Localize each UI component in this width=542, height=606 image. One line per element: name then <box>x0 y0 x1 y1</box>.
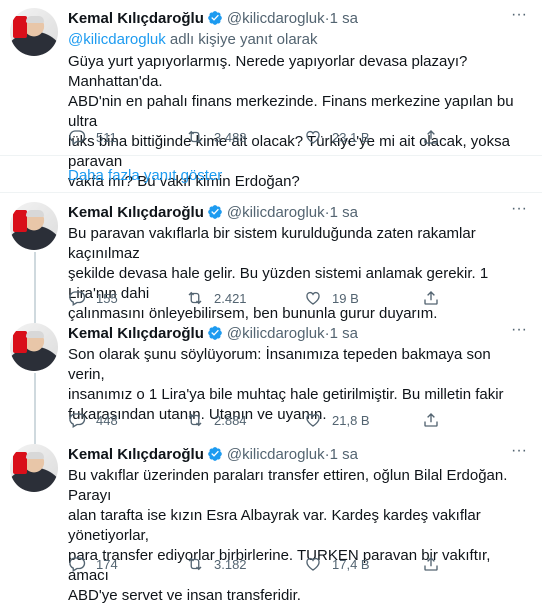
reply-mention-link[interactable]: @kilicdarogluk <box>68 31 166 48</box>
author-name[interactable]: Kemal Kılıçdaroğlu <box>68 325 204 342</box>
reply-count: 155 <box>96 290 118 306</box>
retweet-button[interactable]: 3.182 <box>186 555 304 573</box>
avatar[interactable] <box>10 444 58 492</box>
retweet-icon <box>188 557 202 571</box>
verified-badge-icon <box>208 326 222 340</box>
author-handle[interactable]: @kilicdarogluk <box>227 10 325 27</box>
retweet-icon <box>188 291 202 305</box>
like-button[interactable]: 19 B <box>304 289 422 307</box>
share-icon <box>424 413 438 427</box>
like-count: 19 B <box>332 290 359 306</box>
author-handle[interactable]: @kilicdarogluk <box>227 325 325 342</box>
reply-count: 511 <box>96 129 117 145</box>
like-count: 23,1 B <box>332 129 370 145</box>
reply-icon <box>69 557 86 572</box>
share-icon <box>424 130 438 144</box>
reply-button[interactable]: 511 <box>68 128 186 146</box>
reply-icon <box>69 291 86 306</box>
tweet[interactable]: ··· Kemal Kılıçdaroğlu @kilicdarogluk · … <box>0 0 542 190</box>
like-count: 17,4 B <box>332 556 370 572</box>
reply-icon <box>69 130 86 145</box>
share-icon <box>424 557 438 571</box>
heart-icon <box>306 130 320 144</box>
retweet-icon <box>188 413 202 427</box>
retweet-button[interactable]: 2.884 <box>186 411 304 429</box>
tweet-text: Bu paravan vakıflarla bir sistem kuruldu… <box>68 225 489 322</box>
retweet-count: 2.421 <box>214 290 247 306</box>
reply-button[interactable]: 174 <box>68 555 186 573</box>
reply-button[interactable]: 448 <box>68 411 186 429</box>
retweet-count: 2.884 <box>214 412 247 428</box>
reply-count: 174 <box>96 556 118 572</box>
flag-icon <box>13 210 27 232</box>
avatar[interactable] <box>10 323 58 371</box>
tweet[interactable]: ··· Kemal Kılıçdaroğlu @kilicdarogluk · … <box>0 313 542 434</box>
retweet-button[interactable]: 3.488 <box>186 128 304 146</box>
like-button[interactable]: 21,8 B <box>304 411 422 429</box>
share-button[interactable] <box>422 128 452 146</box>
retweet-button[interactable]: 2.421 <box>186 289 304 307</box>
thread-line <box>34 252 36 313</box>
avatar-figure <box>26 16 44 23</box>
tweet-text: Bu vakıflar üzerinden paraları transfer … <box>68 467 508 604</box>
verified-badge-icon <box>208 447 222 461</box>
thread-line <box>34 434 36 444</box>
avatar[interactable] <box>10 202 58 250</box>
flag-icon <box>13 16 27 38</box>
heart-icon <box>306 291 320 305</box>
heart-icon <box>306 413 320 427</box>
author-name[interactable]: Kemal Kılıçdaroğlu <box>68 204 204 221</box>
avatar-figure <box>26 210 44 217</box>
share-button[interactable] <box>422 555 452 573</box>
retweet-count: 3.488 <box>214 129 247 145</box>
show-more-replies-link[interactable]: Daha fazla yanıt göster <box>68 167 222 184</box>
timestamp[interactable]: 1 sa <box>330 204 358 221</box>
like-button[interactable]: 17,4 B <box>304 555 422 573</box>
share-button[interactable] <box>422 289 452 307</box>
author-handle[interactable]: @kilicdarogluk <box>227 446 325 463</box>
share-icon <box>424 291 438 305</box>
retweet-icon <box>188 130 202 144</box>
verified-badge-icon <box>208 205 222 219</box>
timestamp[interactable]: 1 sa <box>330 10 358 27</box>
thread-line <box>34 313 36 323</box>
flag-icon <box>13 331 27 353</box>
reply-count: 448 <box>96 412 118 428</box>
avatar-figure <box>26 452 44 459</box>
avatar-figure <box>26 331 44 338</box>
heart-icon <box>306 557 320 571</box>
thread-line <box>34 373 36 434</box>
verified-badge-icon <box>208 11 222 25</box>
timestamp[interactable]: 1 sa <box>330 446 358 463</box>
reply-button[interactable]: 155 <box>68 289 186 307</box>
divider <box>0 155 542 156</box>
reply-context: @kilicdarogluk adlı kişiye yanıt olarak <box>68 30 530 50</box>
reply-context-label: adlı kişiye yanıt olarak <box>165 31 318 48</box>
retweet-count: 3.182 <box>214 556 247 572</box>
share-button[interactable] <box>422 411 452 429</box>
like-button[interactable]: 23,1 B <box>304 128 422 146</box>
avatar[interactable] <box>10 8 58 56</box>
flag-icon <box>13 452 27 474</box>
timestamp[interactable]: 1 sa <box>330 325 358 342</box>
like-count: 21,8 B <box>332 412 370 428</box>
tweet[interactable]: ··· Kemal Kılıçdaroğlu @kilicdarogluk · … <box>0 434 542 604</box>
reply-icon <box>69 413 86 428</box>
tweet[interactable]: ··· Kemal Kılıçdaroğlu @kilicdarogluk · … <box>0 192 542 322</box>
author-handle[interactable]: @kilicdarogluk <box>227 204 325 221</box>
author-name[interactable]: Kemal Kılıçdaroğlu <box>68 446 204 463</box>
author-name[interactable]: Kemal Kılıçdaroğlu <box>68 10 204 27</box>
